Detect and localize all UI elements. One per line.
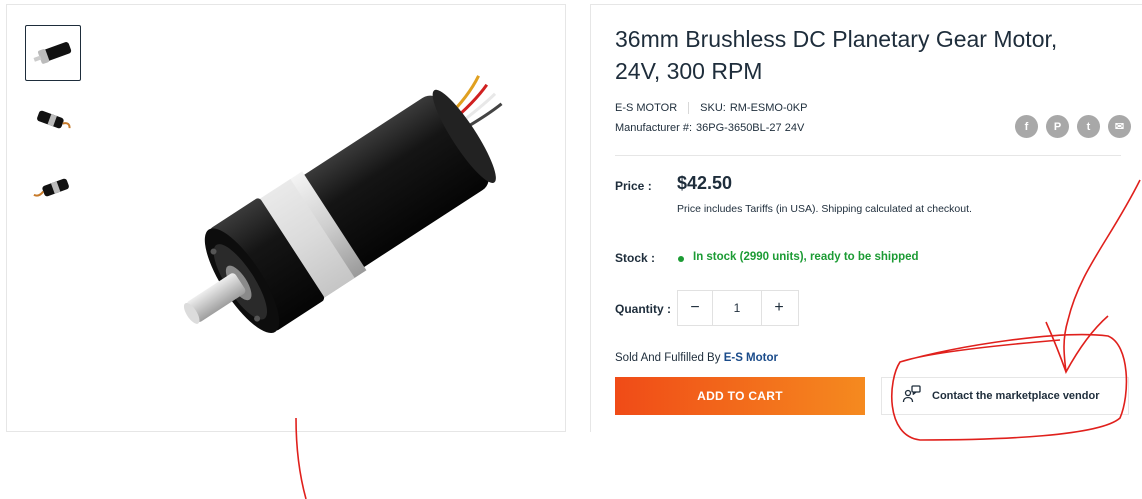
section-divider	[615, 155, 1121, 156]
share-buttons: f P t ✉	[1015, 115, 1131, 138]
add-to-cart-button[interactable]: ADD TO CART	[615, 377, 865, 415]
product-gallery	[6, 4, 566, 432]
email-icon[interactable]: ✉	[1108, 115, 1131, 138]
sku-label: SKU:	[700, 102, 726, 114]
quantity-increase-button[interactable]: +	[762, 291, 796, 325]
price-label: Price :	[615, 179, 652, 193]
twitter-icon[interactable]: t	[1077, 115, 1100, 138]
contact-vendor-label: Contact the marketplace vendor	[932, 390, 1100, 402]
meta-divider	[688, 102, 690, 114]
chat-user-icon	[902, 384, 922, 409]
product-info-panel: 36mm Brushless DC Planetary Gear Motor, …	[590, 4, 1142, 432]
vendor-name[interactable]: E-S MOTOR	[615, 102, 677, 114]
thumbnail-list	[25, 25, 83, 229]
quantity-stepper: − +	[677, 290, 799, 326]
product-title: 36mm Brushless DC Planetary Gear Motor, …	[615, 26, 1058, 84]
sold-by-prefix: Sold And Fulfilled By	[615, 352, 721, 364]
thumbnail-3[interactable]	[25, 161, 81, 217]
manufacturer-label: Manufacturer #:	[615, 122, 693, 134]
product-main-image[interactable]	[127, 45, 547, 405]
thumbnail-1[interactable]	[25, 25, 81, 81]
quantity-label: Quantity :	[615, 302, 671, 316]
facebook-icon[interactable]: f	[1015, 115, 1038, 138]
quantity-input[interactable]	[712, 291, 762, 325]
stock-status: In stock (2990 units), ready to be shipp…	[693, 251, 919, 263]
sold-by: Sold And Fulfilled By E-S Motor	[615, 352, 778, 364]
quantity-decrease-button[interactable]: −	[678, 291, 712, 325]
product-meta: E-S MOTOR SKU: RM-ESMO-0KP	[615, 102, 807, 114]
manufacturer-value: 36PG-3650BL-27 24V	[696, 122, 805, 134]
pinterest-icon[interactable]: P	[1046, 115, 1069, 138]
manufacturer-number: Manufacturer #: 36PG-3650BL-27 24V	[615, 122, 808, 134]
contact-vendor-button[interactable]: Contact the marketplace vendor	[881, 377, 1129, 415]
seller-link[interactable]: E-S Motor	[724, 352, 778, 364]
stock-status-dot	[678, 256, 684, 262]
price-value: $42.50	[677, 173, 733, 193]
sku-value: RM-ESMO-0KP	[729, 102, 808, 114]
price-note: Price includes Tariffs (in USA). Shippin…	[677, 203, 972, 215]
thumbnail-2[interactable]	[25, 93, 81, 149]
stock-label: Stock :	[615, 251, 656, 265]
